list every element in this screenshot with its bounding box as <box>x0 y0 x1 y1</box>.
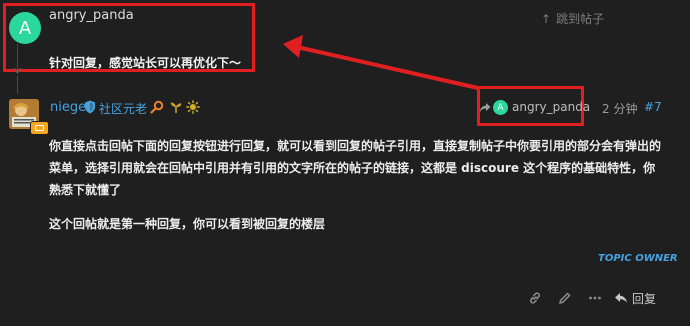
topic-owner-badge: TOPIC OWNER <box>598 253 678 264</box>
user-flair-icon <box>30 121 49 135</box>
arrow-up-icon: ↑ <box>541 12 552 26</box>
post-paragraph: 这个回帖就是第一种回复，你可以看到被回复的楼层 <box>49 217 326 231</box>
jump-to-post-label: 跳到帖子 <box>556 12 605 26</box>
user-group-label[interactable]: 社区元老 <box>99 100 147 117</box>
reply-button-label: 回复 <box>632 291 657 306</box>
reply-share-icon <box>479 103 491 113</box>
post-paragraph: 你直接点击回帖下面的回复按钮进行回复，就可以看到回复的帖子引用，直接复制帖子中你… <box>49 139 662 197</box>
edit-icon[interactable] <box>558 291 572 305</box>
reply-button[interactable]: 回复 <box>614 287 656 309</box>
jump-to-post-link[interactable]: ↑ 跳到帖子 <box>541 10 604 27</box>
reply-to-username[interactable]: angry_panda <box>512 100 590 114</box>
more-options-icon[interactable] <box>588 291 602 305</box>
reply-icon <box>615 293 627 303</box>
post-number[interactable]: #7 <box>644 100 662 114</box>
replied-post-highlight <box>3 3 255 72</box>
link-icon[interactable] <box>528 291 542 305</box>
reply-to-avatar[interactable]: A <box>493 100 508 115</box>
post-time[interactable]: 2 分钟 <box>602 100 637 117</box>
post-username[interactable]: niege <box>50 100 86 115</box>
chevron-down-icon <box>13 67 22 75</box>
shield-icon <box>85 100 95 114</box>
sprout-icon[interactable] <box>169 100 183 114</box>
sun-icon[interactable] <box>186 100 200 114</box>
thread-connector-lower <box>17 76 18 94</box>
magnifier-icon[interactable] <box>150 100 164 114</box>
